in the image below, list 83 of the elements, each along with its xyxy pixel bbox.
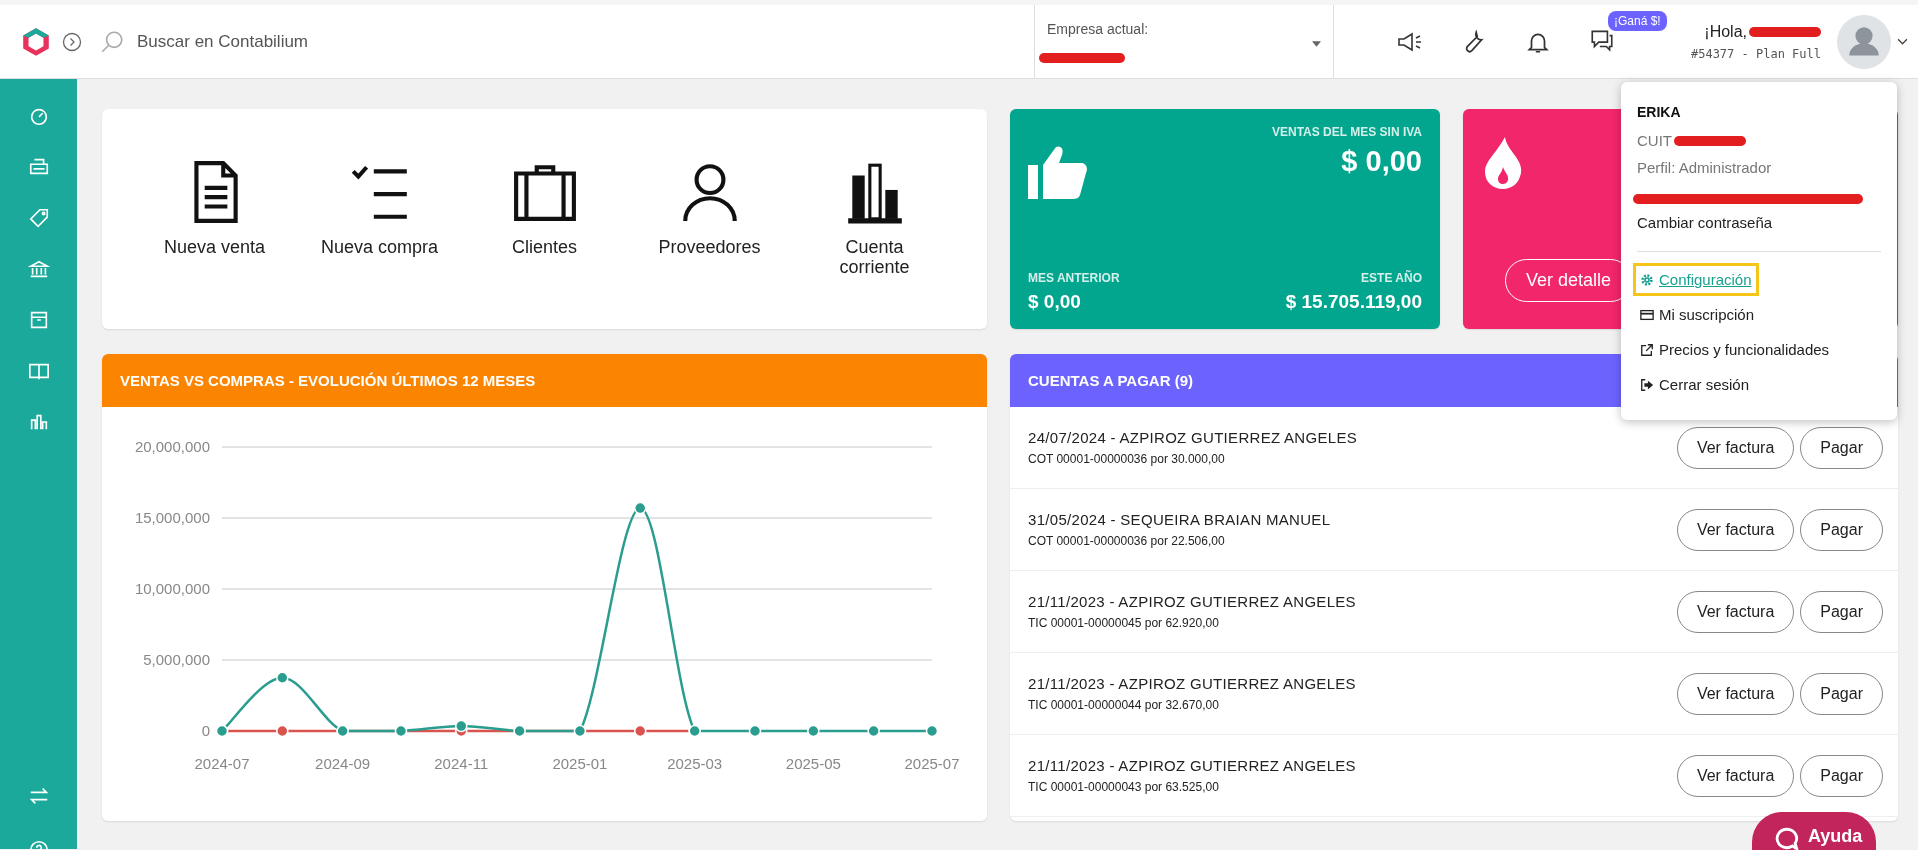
caret-icon[interactable] <box>1897 38 1908 45</box>
plan-text: #54377 - Plan Full <box>1690 46 1821 61</box>
shortcut-button[interactable]: Nueva venta <box>150 159 279 257</box>
pay-button[interactable]: Pagar <box>1800 754 1883 797</box>
caret-icon <box>1312 40 1321 47</box>
view-invoice-button[interactable]: Ver factura <box>1676 426 1795 469</box>
y-tick-label: 15,000,000 <box>134 509 210 526</box>
pay-button[interactable]: Pagar <box>1800 672 1883 715</box>
pay-button[interactable]: Pagar <box>1800 508 1883 551</box>
data-point <box>867 724 880 738</box>
sales-amount: $ 0,00 <box>1341 145 1422 178</box>
y-tick-label: 20,000,000 <box>134 438 210 455</box>
sales-title: VENTAS DEL MES SIN IVA <box>1271 125 1422 139</box>
shortcut-button[interactable]: Nueva compra <box>315 159 444 257</box>
data-point <box>633 724 647 738</box>
payable-title: 31/05/2024 - SEQUEIRA BRAIAN MANUEL <box>1028 511 1332 528</box>
avatar-icon[interactable] <box>1837 14 1891 69</box>
x-tick-label: 2025-01 <box>552 755 608 772</box>
previous-month-amount: $ 0,00 <box>1028 291 1082 313</box>
y-tick-label: 0 <box>201 722 210 739</box>
view-invoice-button[interactable]: Ver factura <box>1676 754 1795 797</box>
year-label: ESTE AÑO <box>1361 271 1422 285</box>
y-tick-label: 10,000,000 <box>134 580 210 597</box>
shortcut-button[interactable]: Proveedores <box>645 159 774 257</box>
x-tick-label: 2024-09 <box>315 755 371 772</box>
cuit-label: CUIT <box>1637 132 1672 149</box>
payable-detail: COT 00001-00000036 por 30.000,00 <box>1028 452 1226 466</box>
swap-arrows-icon[interactable] <box>27 785 50 807</box>
data-point <box>748 724 762 738</box>
view-invoice-button[interactable]: Ver factura <box>1676 590 1795 633</box>
menu-item[interactable]: Precios y funcionalidades <box>1633 333 1837 366</box>
greeting-text: ¡Hola, <box>1704 22 1747 41</box>
pay-button[interactable]: Pagar <box>1800 590 1883 633</box>
logout-icon <box>1640 377 1654 392</box>
x-tick-label: 2024-11 <box>434 755 489 772</box>
payable-detail: TIC 00001-00000044 por 32.670,00 <box>1028 698 1220 712</box>
data-point <box>276 671 289 684</box>
view-invoice-button[interactable]: Ver factura <box>1676 508 1795 551</box>
shortcut-button[interactable]: Clientes <box>480 159 609 257</box>
redaction-mark <box>1749 26 1821 37</box>
pay-button[interactable]: Pagar <box>1800 426 1883 469</box>
company-selector[interactable]: Empresa actual: <box>1034 4 1334 79</box>
year-amount: $ 15.705.119,00 <box>1285 291 1422 313</box>
flame-icon <box>1483 137 1523 189</box>
credit-card-icon <box>1640 307 1654 322</box>
change-password-link[interactable]: Cambiar contraseña <box>1637 214 1881 231</box>
payable-detail: TIC 00001-00000045 por 62.920,00 <box>1028 616 1220 630</box>
profile-text: Perfil: Administrador <box>1637 159 1773 176</box>
help-button[interactable]: Ayuda <box>1752 812 1876 850</box>
view-invoice-button[interactable]: Ver factura <box>1676 672 1795 715</box>
panel-title: CUENTAS A PAGAR (9) <box>1028 372 1193 389</box>
menu-item[interactable]: Cerrar sesión <box>1633 368 1757 401</box>
data-point <box>925 724 939 738</box>
x-tick-label: 2025-07 <box>904 755 960 772</box>
x-tick-label: 2025-03 <box>667 755 723 772</box>
data-point <box>633 501 647 515</box>
x-tick-label: 2024-07 <box>194 755 250 772</box>
expand-icon[interactable] <box>62 31 82 52</box>
tag-icon[interactable] <box>27 207 50 229</box>
redaction-mark <box>1674 135 1746 146</box>
payable-title: 21/11/2023 - AZPIROZ GUTIERREZ ANGELES <box>1028 757 1357 774</box>
menu-item[interactable]: Mi suscripción <box>1633 298 1762 331</box>
bank-icon[interactable] <box>27 258 50 280</box>
panel-title: VENTAS VS COMPRAS - EVOLUCIÓN ÚLTIMOS 12 MESES <box>120 372 536 389</box>
x-tick-label: 2025-05 <box>785 755 841 772</box>
payable-title: 21/11/2023 - AZPIROZ GUTIERREZ ANGELES <box>1028 593 1357 610</box>
payable-detail: COT 00001-00000036 por 22.506,00 <box>1028 534 1226 548</box>
promo-badge[interactable]: ¡Ganá $! <box>1608 10 1667 31</box>
data-point <box>807 724 820 738</box>
shortcut-button[interactable]: Cuenta corriente <box>810 159 939 277</box>
thumbs-up-icon <box>1028 143 1088 199</box>
previous-month-label: MES ANTERIOR <box>1028 271 1120 285</box>
data-point <box>455 719 468 733</box>
payable-detail: TIC 00001-00000043 por 63.525,00 <box>1028 780 1220 794</box>
payable-title: 21/11/2023 - AZPIROZ GUTIERREZ ANGELES <box>1028 675 1357 692</box>
data-point <box>276 724 289 738</box>
external-link-icon <box>1640 342 1654 357</box>
settings-icon <box>1640 272 1654 287</box>
logo-icon[interactable] <box>20 25 52 58</box>
y-tick-label: 5,000,000 <box>143 651 210 668</box>
payable-title: 24/07/2024 - AZPIROZ GUTIERREZ ANGELES <box>1028 429 1358 446</box>
chat-bubble-icon <box>1774 826 1800 850</box>
user-name: ERIKA <box>1637 104 1682 120</box>
